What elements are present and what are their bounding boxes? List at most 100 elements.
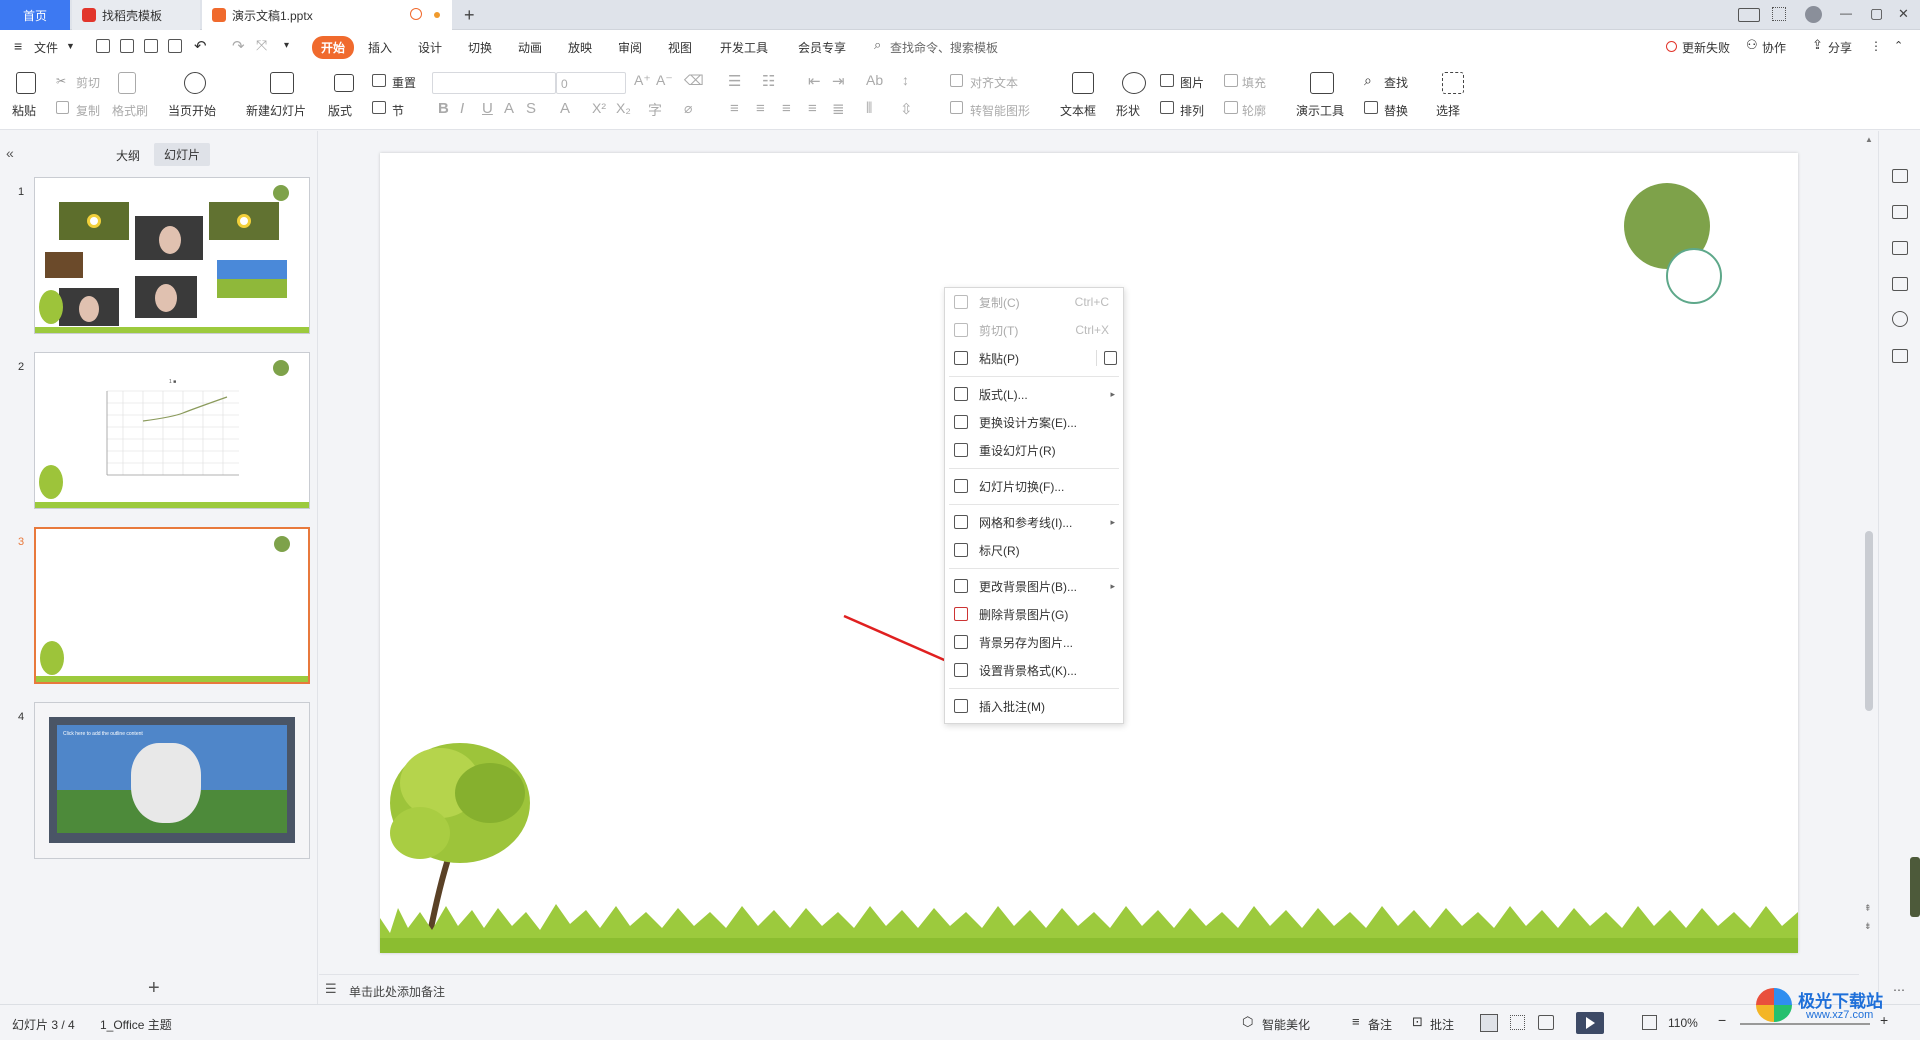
command-search-input[interactable]: 查找命令、搜索模板 bbox=[890, 39, 998, 56]
collapse-ribbon-icon[interactable]: ⌃ bbox=[1894, 39, 1903, 52]
background-pane-icon[interactable] bbox=[1892, 277, 1908, 291]
slide-thumbnail-4[interactable]: Click here to add the outline content bbox=[34, 702, 310, 859]
normal-view-icon[interactable] bbox=[1480, 1014, 1498, 1032]
arrange-button[interactable]: 排列 bbox=[1180, 102, 1204, 119]
more-icon[interactable]: ⋮ bbox=[1870, 39, 1882, 53]
slide-thumbnail-1[interactable] bbox=[34, 177, 310, 334]
text-direction-icon[interactable]: Ab bbox=[866, 72, 883, 88]
char-spacing-icon[interactable]: 字 bbox=[648, 100, 662, 120]
reading-pane-icon[interactable] bbox=[1892, 349, 1908, 363]
bold-icon[interactable]: B bbox=[438, 100, 449, 117]
animation-pane-icon[interactable] bbox=[1892, 205, 1908, 219]
paste-options-icon[interactable] bbox=[1104, 351, 1117, 365]
align-center-icon[interactable]: ≡ bbox=[756, 100, 765, 117]
reading-view-icon[interactable] bbox=[1538, 1015, 1554, 1030]
clear-format-icon[interactable]: ⌫ bbox=[684, 72, 704, 89]
hamburger-icon[interactable]: ≡ bbox=[14, 38, 22, 54]
tab-slides[interactable]: 幻灯片 bbox=[154, 143, 211, 166]
add-slide-button[interactable]: + bbox=[148, 977, 160, 1000]
scrollbar-thumb[interactable] bbox=[1865, 531, 1873, 711]
tab-design[interactable]: 设计 bbox=[418, 39, 442, 56]
paragraph-spacing-icon[interactable]: ⇳ bbox=[900, 100, 913, 118]
tab-slideshow[interactable]: 放映 bbox=[568, 39, 592, 56]
tab-start[interactable]: 开始 bbox=[312, 36, 355, 59]
notes-toggle-button[interactable]: 备注 bbox=[1368, 1016, 1392, 1033]
increase-font-icon[interactable]: A⁺ bbox=[634, 72, 651, 89]
select-button[interactable]: 选择 bbox=[1436, 102, 1460, 119]
theme-name[interactable]: 1_Office 主题 bbox=[100, 1016, 172, 1033]
numbered-list-icon[interactable]: ☷ bbox=[762, 72, 775, 90]
highlight-icon[interactable]: ⌀ bbox=[684, 100, 692, 117]
transition-pane-icon[interactable] bbox=[1892, 241, 1908, 255]
menu-item-save-bg-image[interactable]: 背景另存为图片... bbox=[945, 630, 1123, 654]
sorter-view-icon[interactable] bbox=[1510, 1015, 1525, 1030]
beautify-button[interactable]: 智能美化 bbox=[1262, 1016, 1310, 1033]
menu-item-grid-guides[interactable]: 网格和参考线(I)... ▸ bbox=[945, 510, 1123, 534]
textbox-button[interactable]: 文本框 bbox=[1060, 102, 1096, 119]
tab-document[interactable]: 演示文稿1.pptx bbox=[202, 0, 452, 30]
collab-button[interactable]: 协作 bbox=[1762, 39, 1786, 56]
next-slide-icon[interactable]: ⇟ bbox=[1864, 921, 1872, 932]
menu-item-cut[interactable]: 剪切(T) Ctrl+X bbox=[945, 318, 1123, 342]
tab-transition[interactable]: 切换 bbox=[468, 39, 492, 56]
collapse-panel-icon[interactable]: « bbox=[6, 145, 14, 161]
shape-button[interactable]: 形状 bbox=[1116, 102, 1140, 119]
paste-button[interactable]: 粘贴 bbox=[12, 102, 36, 119]
undo-icon[interactable]: ↶ bbox=[194, 37, 207, 55]
tab-review[interactable]: 审阅 bbox=[618, 39, 642, 56]
menu-item-slide-transition[interactable]: 幻灯片切换(F)... bbox=[945, 474, 1123, 498]
zoom-level[interactable]: 110% bbox=[1668, 1016, 1698, 1030]
bullet-list-icon[interactable]: ☰ bbox=[728, 72, 741, 90]
new-slide-icon[interactable] bbox=[270, 72, 294, 94]
presentation-tool-icon[interactable] bbox=[1310, 72, 1334, 94]
subscript-icon[interactable]: X₂ bbox=[616, 100, 631, 116]
menu-item-format-background[interactable]: 设置背景格式(K)... bbox=[945, 658, 1123, 682]
reset-button[interactable]: 重置 bbox=[392, 74, 416, 91]
menu-item-delete-bg-image[interactable]: 删除背景图片(G) bbox=[945, 602, 1123, 626]
notes-input[interactable]: 单击此处添加备注 bbox=[349, 983, 445, 1000]
menu-item-layout[interactable]: 版式(L)... ▸ bbox=[945, 382, 1123, 406]
menu-item-change-design[interactable]: 更换设计方案(E)... bbox=[945, 410, 1123, 434]
fit-to-window-icon[interactable] bbox=[1642, 1015, 1657, 1030]
outline-button[interactable]: 轮廓 bbox=[1242, 102, 1266, 119]
align-left-icon[interactable]: ≡ bbox=[730, 100, 739, 117]
menu-item-copy[interactable]: 复制(C) Ctrl+C bbox=[945, 290, 1123, 314]
columns-icon[interactable]: ⫴ bbox=[866, 100, 872, 117]
tab-view[interactable]: 视图 bbox=[668, 39, 692, 56]
avatar[interactable] bbox=[1805, 6, 1822, 23]
vertical-scrollbar[interactable]: ▲ ⇞ ⇟ bbox=[1862, 131, 1876, 974]
save-icon[interactable] bbox=[96, 39, 110, 53]
share-button[interactable]: 分享 bbox=[1828, 39, 1852, 56]
apps-grid-icon[interactable] bbox=[1772, 7, 1786, 21]
notes-bar[interactable]: ☰ 单击此处添加备注 bbox=[319, 974, 1859, 1004]
underline-icon[interactable]: U bbox=[482, 100, 493, 117]
superscript-icon[interactable]: X² bbox=[592, 100, 606, 116]
menu-item-paste[interactable]: 粘贴(P) bbox=[945, 346, 1123, 370]
menu-item-change-bg-image[interactable]: 更改背景图片(B)... ▸ bbox=[945, 574, 1123, 598]
decrease-indent-icon[interactable]: ⇤ bbox=[808, 72, 821, 90]
tab-outline[interactable]: 大纲 bbox=[116, 147, 140, 164]
format-clear-icon[interactable]: ⤧ bbox=[256, 37, 267, 54]
font-size-select[interactable]: 0 bbox=[556, 72, 626, 94]
tab-home[interactable]: 首页 bbox=[0, 0, 70, 30]
scroll-up-icon[interactable]: ▲ bbox=[1865, 135, 1873, 144]
layout-button[interactable]: 版式 bbox=[328, 102, 352, 119]
shape-icon[interactable] bbox=[1122, 72, 1146, 94]
strikethrough-icon[interactable]: A bbox=[504, 100, 514, 117]
line-spacing-icon[interactable]: ↕ bbox=[902, 72, 909, 88]
distribute-icon[interactable]: ≣ bbox=[832, 100, 845, 118]
slide-thumbnail-3[interactable] bbox=[34, 527, 310, 684]
font-color-icon[interactable]: A bbox=[560, 100, 570, 117]
properties-icon[interactable] bbox=[1892, 169, 1908, 183]
close-button[interactable]: ✕ bbox=[1898, 6, 1909, 22]
tab-developer[interactable]: 开发工具 bbox=[720, 39, 768, 56]
textbox-icon[interactable] bbox=[1072, 72, 1094, 94]
menu-item-insert-comment[interactable]: 插入批注(M) bbox=[945, 694, 1123, 718]
font-family-select[interactable] bbox=[432, 72, 556, 94]
presentation-tool-button[interactable]: 演示工具 bbox=[1296, 102, 1344, 119]
play-from-current-icon[interactable] bbox=[184, 72, 206, 94]
section-button[interactable]: 节 bbox=[392, 102, 404, 119]
cut-button[interactable]: 剪切 bbox=[76, 74, 100, 91]
decrease-font-icon[interactable]: A⁻ bbox=[656, 72, 673, 89]
from-current-button[interactable]: 当页开始 bbox=[168, 102, 216, 119]
